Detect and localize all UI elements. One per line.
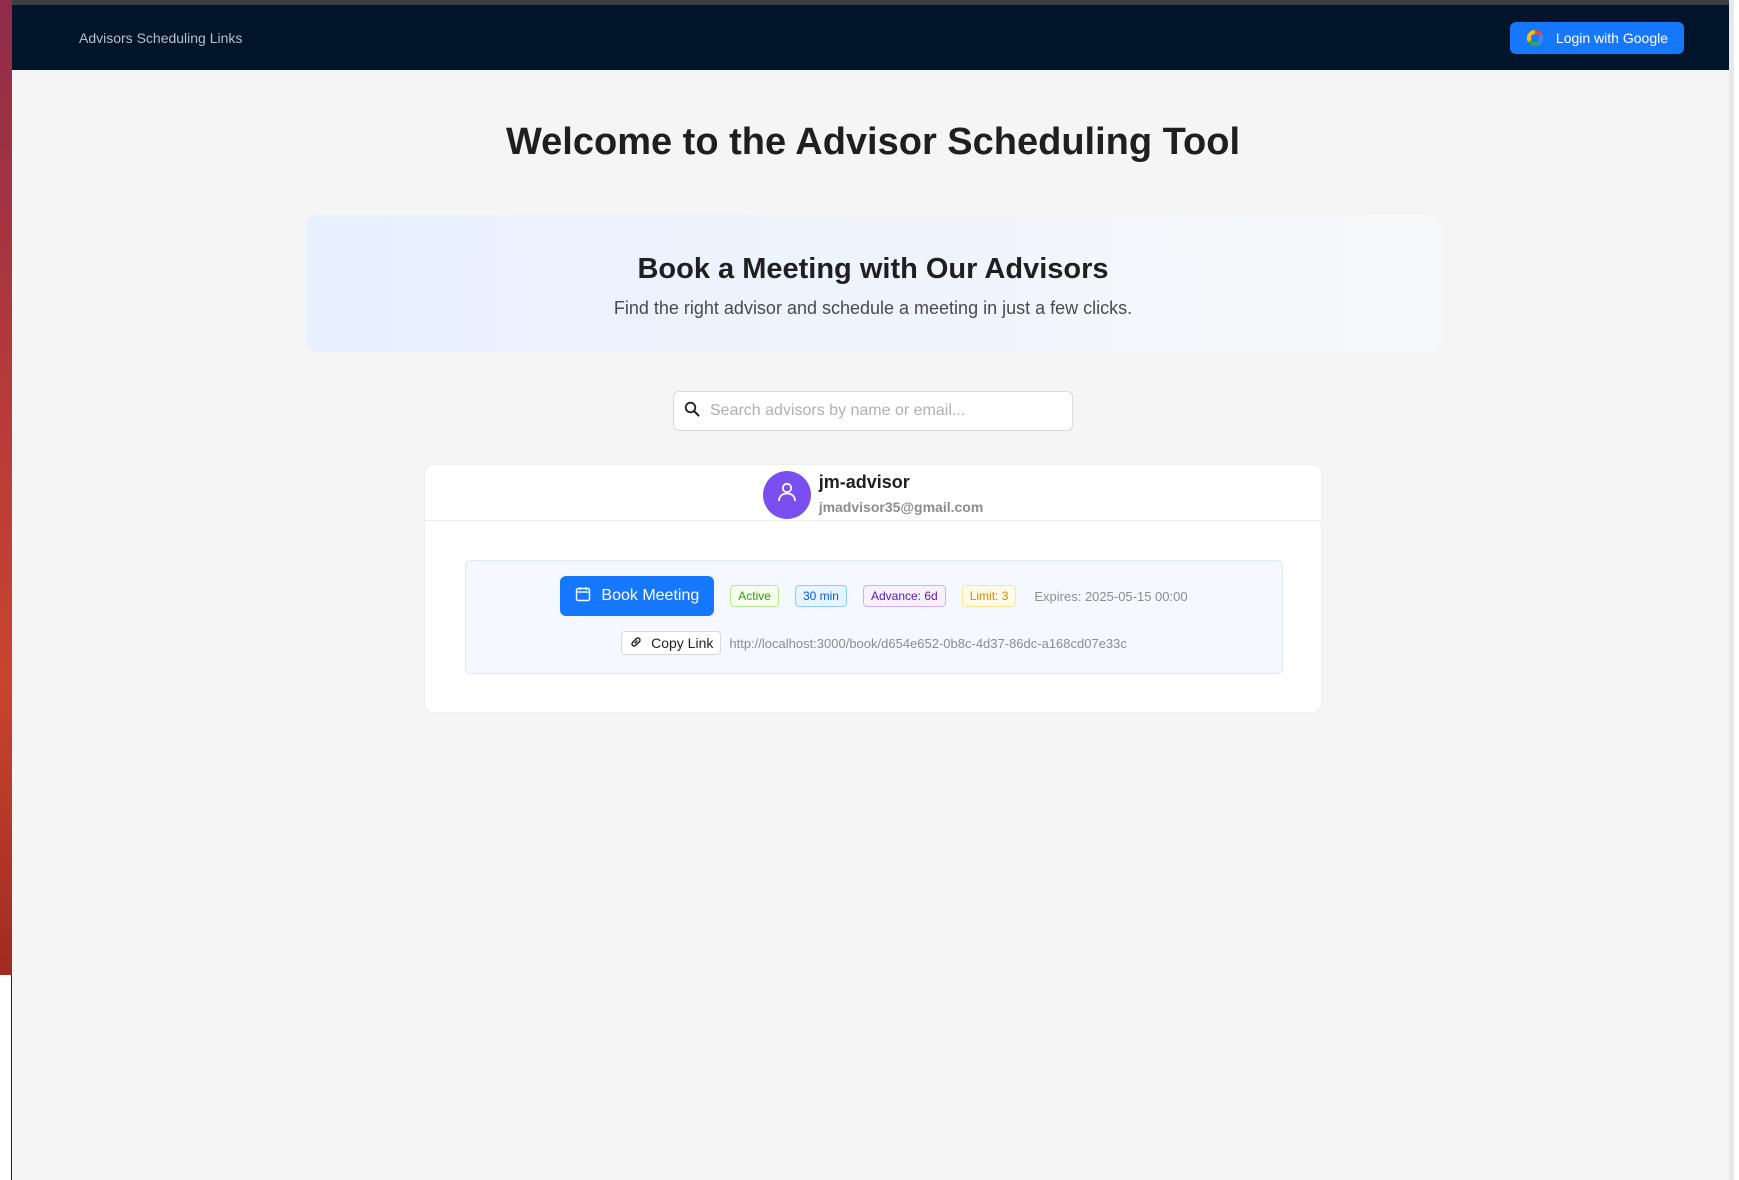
top-navbar: Advisors Scheduling Links Login with Goo…	[12, 5, 1734, 70]
search-box[interactable]	[673, 391, 1073, 431]
advisor-card-header: jm-advisor jmadvisor35@gmail.com	[425, 465, 1321, 521]
hero-subtext: Find the right advisor and schedule a me…	[613, 298, 1133, 318]
link-icon	[629, 635, 643, 652]
booking-url: http://localhost:3000/book/d654e652-0b8c…	[729, 635, 1127, 651]
scheduling-link-item: Book Meeting Active 30 min Advance: 6d L…	[465, 560, 1283, 674]
limit-badge: Limit: 3	[961, 585, 1017, 607]
advance-badge: Advance: 6d	[862, 585, 946, 607]
advisor-name: jm-advisor	[818, 471, 910, 492]
login-with-google-button[interactable]: Login with Google	[1509, 21, 1684, 54]
expires-text: Expires: 2025-05-15 00:00	[1034, 588, 1188, 604]
avatar	[762, 470, 811, 519]
advisor-email: jmadvisor35@gmail.com	[818, 498, 984, 515]
link-url-row: Copy Link http://localhost:3000/book/d65…	[466, 631, 1282, 655]
book-meeting-label: Book Meeting	[601, 587, 700, 604]
login-label: Login with Google	[1555, 29, 1668, 46]
copy-link-button[interactable]: Copy Link	[621, 631, 722, 655]
hero-heading: Book a Meeting with Our Advisors	[637, 253, 1109, 285]
advisor-card: jm-advisor jmadvisor35@gmail.com Book Me	[424, 464, 1322, 713]
link-actions-row: Book Meeting Active 30 min Advance: 6d L…	[466, 576, 1282, 616]
page-title: Welcome to the Advisor Scheduling Tool	[505, 121, 1241, 163]
search-input[interactable]	[708, 401, 1062, 421]
brand-link[interactable]: Advisors Scheduling Links	[79, 30, 242, 46]
book-meeting-button[interactable]: Book Meeting	[560, 576, 715, 616]
scrollbar[interactable]	[1729, 0, 1734, 1180]
duration-badge: 30 min	[794, 585, 847, 607]
google-icon	[1524, 27, 1546, 49]
user-icon	[775, 480, 799, 509]
desktop-edge-lower	[0, 975, 12, 1180]
hero-banner: Book a Meeting with Our Advisors Find th…	[305, 215, 1441, 352]
search-icon	[684, 401, 700, 422]
status-badge: Active	[730, 585, 779, 607]
copy-link-label: Copy Link	[651, 635, 714, 651]
advisor-info: jm-advisor jmadvisor35@gmail.com	[819, 471, 984, 517]
browser-viewport: Advisors Scheduling Links Login with Goo…	[12, 0, 1734, 1180]
calendar-icon	[575, 586, 591, 607]
desktop-wallpaper-edge	[0, 0, 12, 975]
